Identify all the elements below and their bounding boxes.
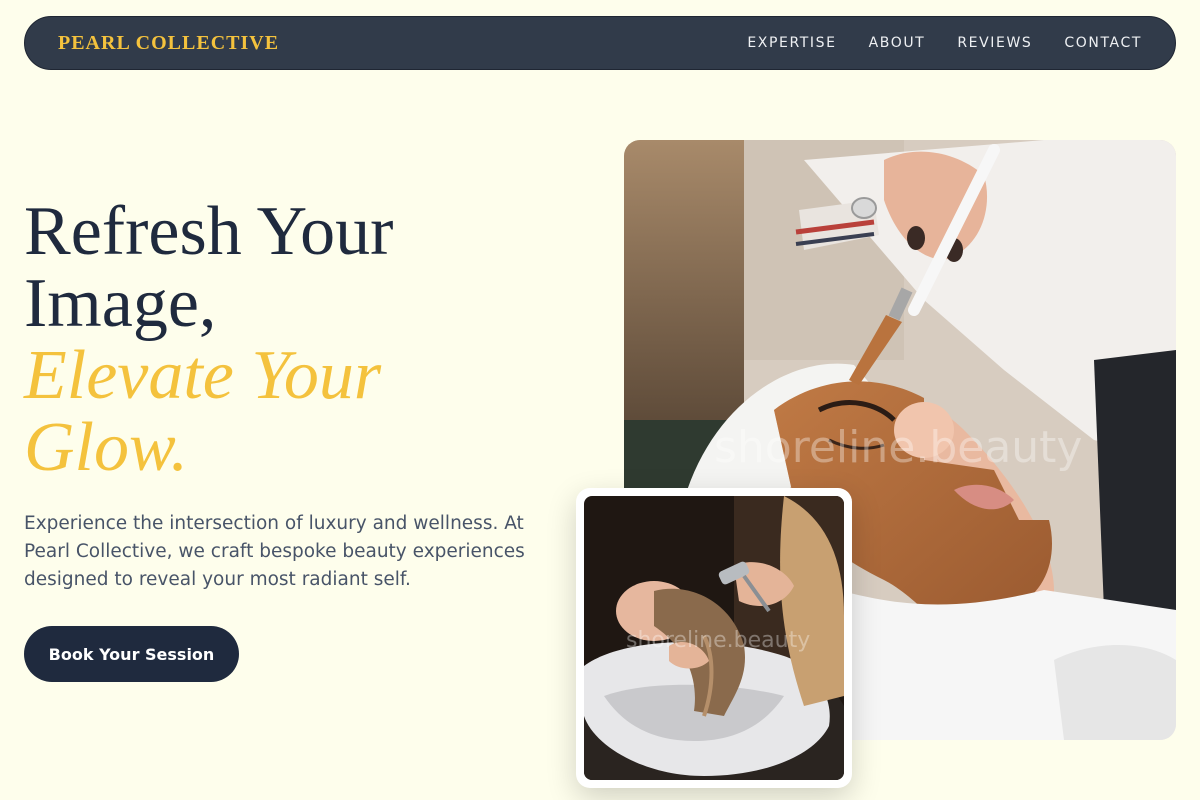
hero-description: Experience the intersection of luxury an… <box>24 513 525 590</box>
top-navigation-bar: PEARL COLLECTIVE EXPERTISE ABOUT REVIEWS… <box>24 16 1176 70</box>
main-photo-watermark: shoreline.beauty <box>714 422 1083 473</box>
hero-title-line-1: Refresh Your <box>24 193 394 270</box>
hero-title-accent-line-2: Glow. <box>24 409 188 486</box>
hair-wash-photo: shoreline.beauty <box>584 496 844 780</box>
nav-link-about[interactable]: ABOUT <box>869 35 926 51</box>
nav-link-contact[interactable]: CONTACT <box>1064 35 1142 51</box>
hair-wash-photo-card: shoreline.beauty <box>576 488 852 788</box>
book-session-button[interactable]: Book Your Session <box>24 626 239 682</box>
hero-title-accent-line-1: Elevate Your <box>24 337 382 414</box>
hero-title-line-2: Image, <box>24 265 217 342</box>
nav-menu: EXPERTISE ABOUT REVIEWS CONTACT <box>747 35 1142 51</box>
brand-logo[interactable]: PEARL COLLECTIVE <box>58 32 279 55</box>
hero-title: Refresh Your Image, Elevate Your Glow. <box>24 196 584 484</box>
nav-link-expertise[interactable]: EXPERTISE <box>747 35 836 51</box>
secondary-photo-watermark: shoreline.beauty <box>626 628 811 653</box>
nav-link-reviews[interactable]: REVIEWS <box>957 35 1032 51</box>
